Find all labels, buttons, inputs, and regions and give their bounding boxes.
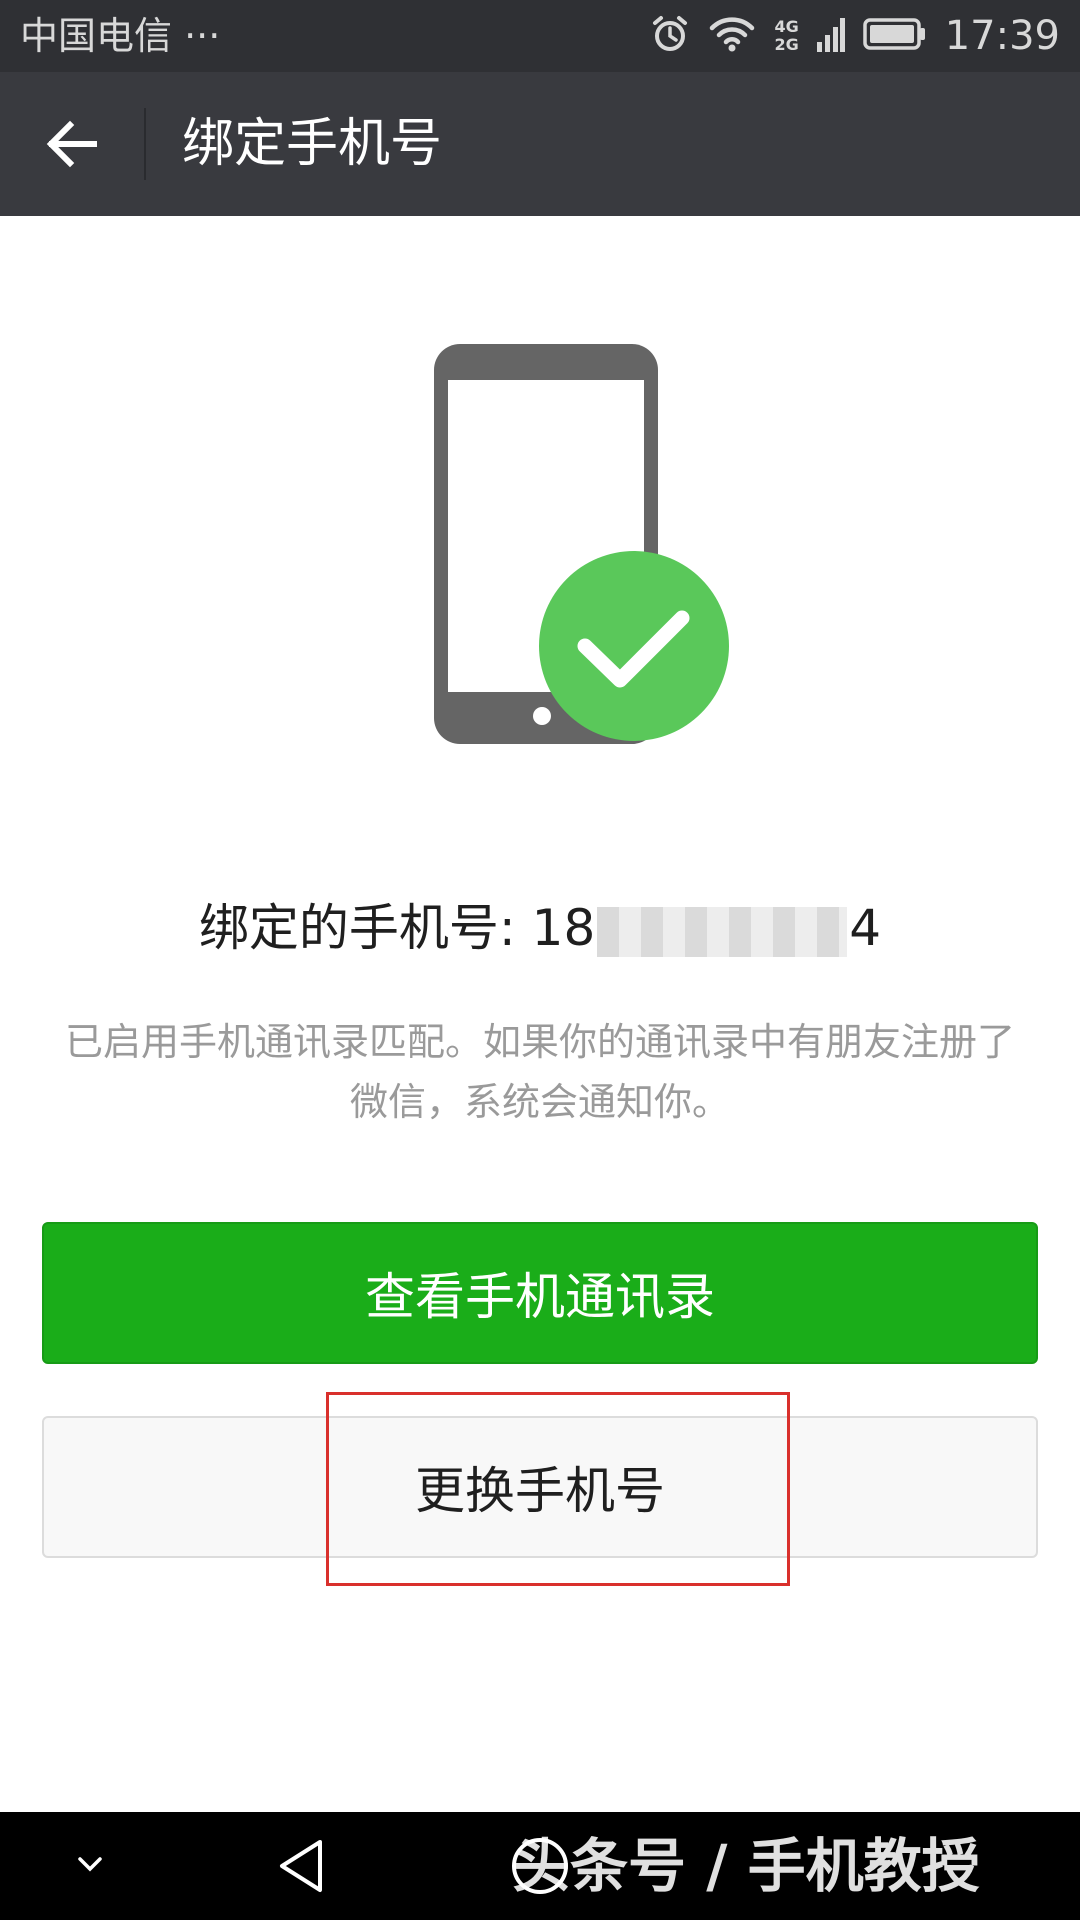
- status-indicators: 4G 2G 17:39: [650, 10, 1060, 62]
- bound-number: 绑定的手机号: 18 4: [0, 892, 1080, 964]
- contacts-matching-description: 已启用手机通讯录匹配。如果你的通讯录中有朋友注册了微信，系统会通知你。: [64, 1020, 1015, 1124]
- check-circle-icon: [539, 551, 729, 741]
- page-title: 绑定手机号: [182, 114, 443, 174]
- network-type-bottom: 2G: [774, 35, 799, 54]
- title-bar: 绑定手机号: [0, 72, 1080, 216]
- alarm-icon: [650, 14, 690, 58]
- bound-number-suffix: 4: [849, 899, 882, 957]
- chevron-down-icon[interactable]: [70, 1844, 110, 1888]
- signal-icon: [816, 14, 845, 58]
- battery-icon: [862, 16, 927, 56]
- network-type: 4G 2G: [774, 18, 798, 54]
- status-bar: 中国电信 ··· 4G 2G 17:39: [0, 0, 1080, 72]
- bound-phone-illustration: [430, 340, 740, 750]
- bound-number-label: 绑定的手机号: 18: [198, 899, 596, 957]
- navigation-bar: 头条号 / 手机教授: [0, 1812, 1080, 1920]
- arrow-left-icon: [46, 120, 97, 168]
- triangle-back-icon[interactable]: [270, 1834, 334, 1902]
- back-button[interactable]: [36, 108, 108, 180]
- view-contacts-label: 查看手机通讯录: [365, 1268, 715, 1326]
- network-type-top: 4G: [774, 17, 799, 36]
- view-contacts-button[interactable]: 查看手机通讯录: [42, 1222, 1038, 1364]
- highlight-annotation: [326, 1392, 790, 1586]
- watermark: 头条号 / 手机教授: [512, 1832, 980, 1900]
- clock: 17:39: [944, 13, 1060, 59]
- wifi-icon: [708, 14, 756, 58]
- title-divider: [144, 108, 146, 180]
- carrier-label: 中国电信 ···: [20, 14, 221, 58]
- redacted-digits: [597, 906, 848, 957]
